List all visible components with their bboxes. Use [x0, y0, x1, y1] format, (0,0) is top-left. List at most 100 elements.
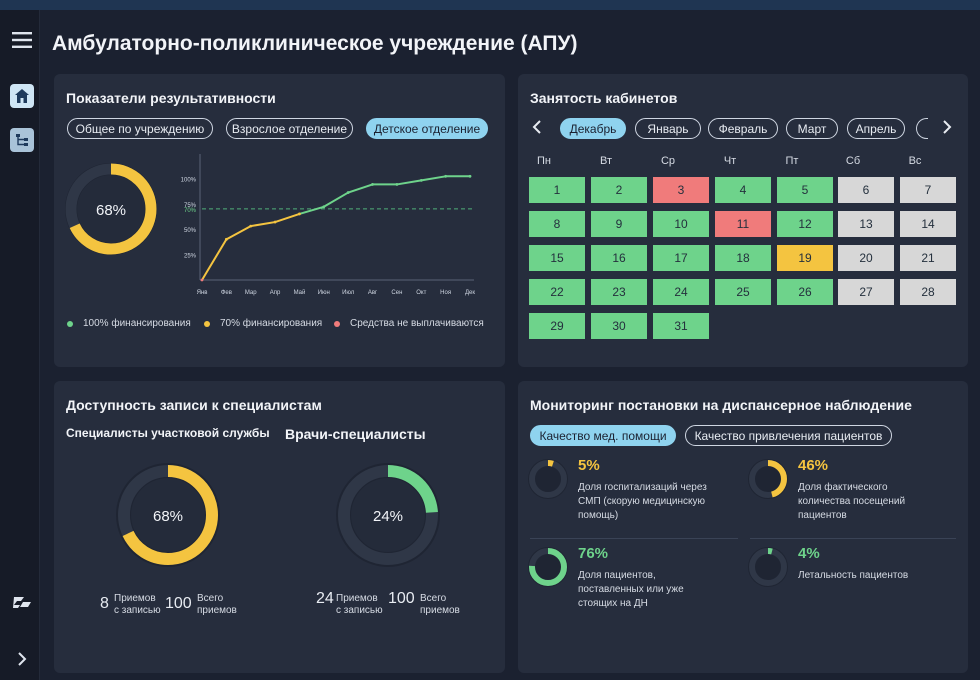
x-tick-label: Янв — [197, 290, 208, 296]
line-segment — [249, 221, 277, 228]
calendar-day[interactable]: 20 — [838, 245, 894, 271]
calendar-day[interactable]: 24 — [653, 279, 709, 305]
chevron-right-month-icon[interactable] — [942, 120, 952, 139]
monitor-description-line: Доля фактического — [798, 482, 888, 493]
monitoring-panel: Мониторинг постановки на диспансерное на… — [518, 381, 968, 673]
org-tree-icon[interactable] — [10, 128, 34, 152]
tab-adult[interactable]: Взрослое отделение — [226, 118, 353, 139]
specialists-title: Врачи-специалисты — [285, 426, 426, 442]
data-point — [298, 212, 301, 216]
calendar-day[interactable]: 17 — [653, 245, 709, 271]
legend-70: 70% финансирования — [204, 318, 322, 329]
calendar-day[interactable]: 30 — [591, 313, 647, 339]
month-december[interactable]: Декабрь — [560, 118, 626, 139]
tab-overall[interactable]: Общее по учреждению — [67, 118, 213, 139]
specialists-booked-label: Приемов с записью — [336, 593, 383, 617]
month-march[interactable]: Март — [786, 118, 838, 139]
monitor-percent: 4% — [798, 545, 820, 562]
calendar-day[interactable]: 1 — [529, 177, 585, 203]
line-segment — [322, 191, 350, 208]
district-total-label-1: Всего — [197, 593, 224, 604]
data-point — [346, 191, 350, 194]
line-segment — [347, 183, 374, 194]
y-tick-label: 100% — [181, 177, 197, 183]
specialists-booked: 24 — [316, 590, 334, 607]
tab-attraction-quality[interactable]: Качество привлечения пациентов — [685, 425, 892, 446]
home-icon[interactable] — [10, 84, 34, 108]
cabinets-title: Занятость кабинетов — [530, 90, 678, 106]
specialists-booked-label-1: Приемов — [336, 593, 378, 604]
monitor-description: Доля фактического количества посещений пац… — [798, 481, 938, 523]
month-january[interactable]: Январь — [635, 118, 701, 139]
month-february[interactable]: Февраль — [708, 118, 778, 139]
calendar-day[interactable]: 21 — [900, 245, 956, 271]
specialists-total: 100 — [388, 590, 415, 607]
calendar-day[interactable]: 5 — [777, 177, 833, 203]
calendar-day[interactable]: 12 — [777, 211, 833, 237]
calendar-day[interactable]: 8 — [529, 211, 585, 237]
page-title: Амбулаторно-поликлиническое учреждение (… — [52, 32, 578, 55]
y-tick-label: 25% — [184, 254, 197, 260]
calendar-day[interactable]: 19 — [777, 245, 833, 271]
month-april[interactable]: Апрель — [847, 118, 905, 139]
monitor-donut — [748, 459, 788, 499]
chevron-right-icon[interactable] — [10, 647, 34, 671]
monitor-description-line: пациентов — [798, 510, 847, 521]
district-total: 100 — [165, 595, 192, 612]
calendar-day[interactable]: 14 — [900, 211, 956, 237]
district-total-label: Всего приемов — [197, 593, 237, 617]
availability-panel: Доступность записи к специалистам Специа… — [54, 381, 505, 673]
monitor-percent: 5% — [578, 457, 600, 474]
performance-panel: Показатели результативности Общее по учр… — [54, 74, 505, 367]
x-tick-label: Авг — [368, 290, 378, 296]
data-point — [395, 183, 399, 186]
district-title: Специалисты участковой службы — [66, 426, 270, 440]
calendar-day[interactable]: 26 — [777, 279, 833, 305]
performance-donut-label: 68% — [96, 202, 126, 219]
calendar-day[interactable]: 23 — [591, 279, 647, 305]
availability-title: Доступность записи к специалистам — [66, 397, 322, 413]
calendar-day[interactable]: 2 — [591, 177, 647, 203]
weekday-label: Вт — [599, 155, 612, 167]
specialists-donut-label: 24% — [373, 508, 403, 525]
monitor-description-line: Доля госпитализаций через — [578, 482, 707, 493]
calendar-day[interactable]: 7 — [900, 177, 956, 203]
district-donut: 68% — [116, 463, 220, 567]
calendar-day[interactable]: 11 — [715, 211, 771, 237]
calendar-day[interactable]: 13 — [838, 211, 894, 237]
data-point — [273, 220, 277, 224]
specialists-total-label-2: приемов — [420, 605, 460, 616]
line-segment — [298, 205, 325, 215]
calendar-day[interactable]: 25 — [715, 279, 771, 305]
calendar-day[interactable]: 28 — [900, 279, 956, 305]
tab-children[interactable]: Детское отделение — [366, 118, 488, 139]
x-tick-label: Дек — [465, 290, 475, 296]
calendar-day[interactable]: 27 — [838, 279, 894, 305]
specialists-booked-label-2: с записью — [336, 605, 383, 616]
calendar-day[interactable]: 22 — [529, 279, 585, 305]
monitor-description-line: поставленных или уже — [578, 584, 684, 595]
menu-icon[interactable] — [10, 28, 34, 52]
divider-left — [530, 538, 738, 539]
weekday-label: Вс — [908, 155, 922, 167]
calendar-day[interactable]: 4 — [715, 177, 771, 203]
calendar-day[interactable]: 29 — [529, 313, 585, 339]
weekday-label: Сб — [845, 155, 861, 167]
line-segment — [420, 175, 447, 182]
x-tick-label: Окт — [416, 290, 426, 296]
data-point — [249, 224, 253, 228]
tab-care-quality[interactable]: Качество мед. помощи — [530, 425, 676, 446]
calendar-day[interactable]: 15 — [529, 245, 585, 271]
calendar-day[interactable]: 10 — [653, 211, 709, 237]
data-point — [322, 205, 326, 209]
calendar-day[interactable]: 3 — [653, 177, 709, 203]
calendar-day[interactable]: 31 — [653, 313, 709, 339]
month-next-partial[interactable] — [916, 118, 928, 139]
calendar-day[interactable]: 16 — [591, 245, 647, 271]
calendar-day[interactable]: 9 — [591, 211, 647, 237]
calendar-day[interactable]: 6 — [838, 177, 894, 203]
monitor-description-line: стоящих на ДН — [578, 598, 648, 609]
legend-dot-red — [334, 320, 340, 327]
chevron-left-icon[interactable] — [532, 120, 542, 139]
calendar-day[interactable]: 18 — [715, 245, 771, 271]
